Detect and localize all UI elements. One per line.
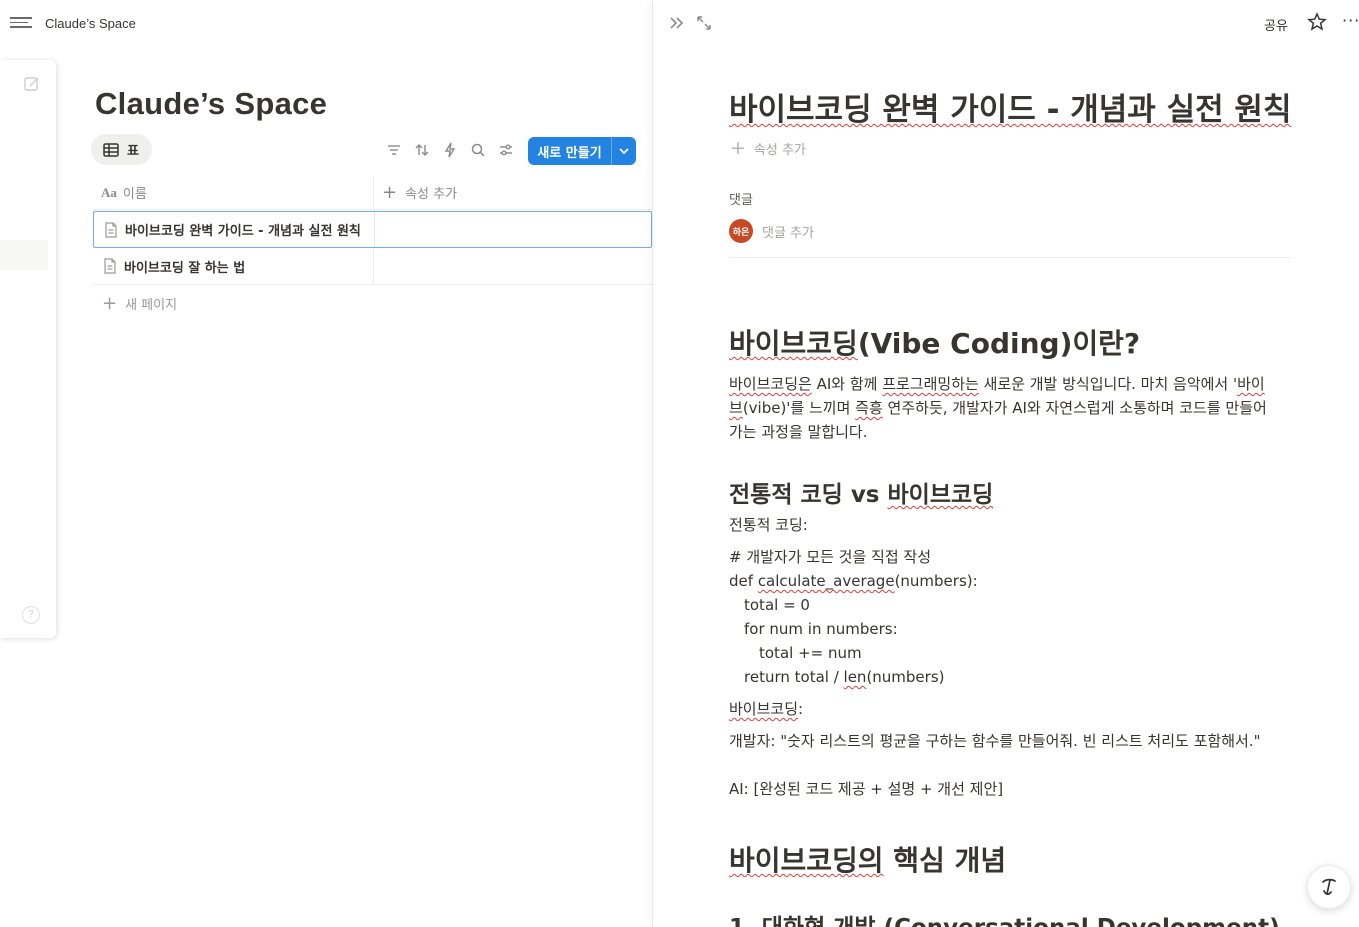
top-bar: Claude’s Space bbox=[0, 0, 652, 48]
table-row[interactable]: 바이브코딩 잘 하는 법 bbox=[93, 248, 652, 285]
row-title-cell[interactable]: 바이브코딩 잘 하는 법 bbox=[93, 248, 373, 284]
add-property-button[interactable]: + 속성 추가 bbox=[730, 137, 806, 159]
peek-top-bar: 공유 ··· bbox=[653, 0, 1359, 48]
avatar: 하은 bbox=[729, 219, 753, 243]
developer-line[interactable]: 개발자: "숫자 리스트의 평균을 구하는 함수를 만들어줘. 빈 리스트 처리… bbox=[729, 729, 1260, 753]
text-span: calculate_average bbox=[757, 572, 895, 590]
text-span: def bbox=[729, 572, 758, 590]
breadcrumb[interactable]: Claude’s Space bbox=[45, 16, 136, 31]
database-title[interactable]: Claude’s Space bbox=[95, 86, 327, 122]
intro-paragraph[interactable]: 바이브코딩은 AI와 함께 프로그래밍하는 새로운 개발 방식입니다. 마치 음… bbox=[729, 372, 1299, 444]
new-button[interactable]: 새로 만들기 bbox=[528, 137, 636, 165]
code-line[interactable]: total += num bbox=[759, 641, 862, 665]
text-property-icon: Aa bbox=[101, 184, 117, 200]
document-icon bbox=[105, 221, 117, 238]
text-span: 브 bbox=[729, 399, 743, 417]
text-span: 연주하듯, 개발자가 AI와 자연스럽게 소통하며 코드를 만들어 bbox=[882, 399, 1267, 417]
heading-compare[interactable]: 전통적 코딩 vs 바이브코딩 bbox=[729, 475, 993, 509]
text-span: 프로그래밍하는 bbox=[882, 375, 979, 393]
text-span: len bbox=[843, 668, 867, 686]
add-comment-row[interactable]: 하은 댓글 추가 bbox=[729, 219, 814, 243]
vibe-label[interactable]: 바이브코딩: bbox=[729, 697, 803, 721]
row-empty-cell[interactable] bbox=[373, 248, 652, 284]
chevron-down-icon[interactable] bbox=[612, 145, 636, 157]
heading-text: (Vibe Coding)이란? bbox=[857, 327, 1141, 360]
text-span: : bbox=[798, 700, 804, 718]
peek-pane: 공유 ··· 바이브코딩 완벽 가이드 - 개념과 실전 원칙 + 속성 추가 … bbox=[652, 0, 1359, 927]
text-span: 즉흥 bbox=[855, 399, 883, 417]
text-span: 바이브코딩은 bbox=[729, 375, 812, 393]
code-def[interactable]: def calculate_average(numbers): bbox=[729, 569, 978, 593]
plus-icon: + bbox=[102, 292, 118, 314]
heading-text: 바이브코딩 bbox=[887, 482, 994, 508]
column-header-label: 이름 bbox=[122, 187, 147, 202]
edit-icon[interactable] bbox=[23, 75, 41, 93]
row-title: 바이브코딩 완벽 가이드 - 개념과 실전 원칙 bbox=[125, 224, 361, 239]
add-property-label: 속성 추가 bbox=[405, 187, 458, 202]
menu-icon[interactable] bbox=[10, 14, 32, 34]
plus-icon: + bbox=[730, 137, 746, 159]
sort-icon[interactable] bbox=[414, 142, 430, 158]
text-span: return total / bbox=[744, 668, 844, 686]
help-icon[interactable]: ? bbox=[22, 606, 40, 624]
heading-core[interactable]: 바이브코딩의 핵심 개념 bbox=[729, 839, 1006, 879]
document-icon bbox=[104, 258, 116, 274]
ai-line[interactable]: AI: [완성된 코드 제공 + 설명 + 개선 제안] bbox=[729, 777, 1003, 801]
row-title: 바이브코딩 잘 하는 법 bbox=[124, 260, 246, 276]
sidebar-highlight bbox=[0, 240, 48, 270]
table-icon bbox=[103, 142, 119, 157]
traditional-label[interactable]: 전통적 코딩: bbox=[729, 513, 808, 537]
plus-icon: + bbox=[382, 181, 398, 203]
heading-text: 바이브코딩의 bbox=[729, 844, 884, 877]
new-page-label: 새 페이지 bbox=[125, 298, 178, 313]
text-span: (vibe)'를 느끼며 bbox=[742, 399, 856, 417]
row-title-cell[interactable]: 바이브코딩 완벽 가이드 - 개념과 실전 원칙 bbox=[94, 212, 374, 247]
code-line[interactable]: for num in numbers: bbox=[744, 617, 898, 641]
view-tab-table[interactable]: 표 bbox=[91, 134, 152, 165]
expand-icon[interactable] bbox=[695, 14, 713, 32]
view-tab-label: 표 bbox=[127, 144, 139, 159]
comments-label: 댓글 bbox=[729, 193, 753, 208]
collapsed-sidebar: ? bbox=[0, 60, 56, 638]
row-empty-cell[interactable] bbox=[374, 212, 651, 247]
heading-next[interactable]: 1. 대화형 개발 (Conversational Development) bbox=[729, 908, 1280, 927]
settings-sliders-icon[interactable] bbox=[498, 142, 514, 158]
text-span: (numbers) bbox=[866, 668, 945, 686]
code-line[interactable]: return total / len(numbers) bbox=[744, 665, 945, 689]
double-chevron-right-icon[interactable] bbox=[668, 14, 686, 32]
table-header: Aa 이름 + 속성 추가 bbox=[93, 176, 652, 210]
lightning-icon[interactable] bbox=[442, 142, 458, 158]
page-title-text: 바이브코딩 완벽 가이드 - 개념과 실전 원칙 bbox=[729, 92, 1292, 128]
table-row[interactable]: 바이브코딩 완벽 가이드 - 개념과 실전 원칙 bbox=[93, 211, 652, 248]
code-comment[interactable]: # 개발자가 모든 것을 직접 작성 bbox=[729, 545, 931, 569]
share-button[interactable]: 공유 bbox=[1264, 15, 1288, 34]
heading-text: 바이브코딩 bbox=[729, 327, 858, 360]
more-icon[interactable]: ··· bbox=[1342, 13, 1359, 29]
filter-icon[interactable] bbox=[386, 142, 402, 158]
page-title[interactable]: 바이브코딩 완벽 가이드 - 개념과 실전 원칙 bbox=[729, 84, 1291, 129]
search-icon[interactable] bbox=[470, 142, 486, 158]
new-button-label: 새로 만들기 bbox=[537, 145, 602, 161]
add-property-label: 속성 추가 bbox=[753, 143, 806, 158]
new-page-button[interactable]: + 새 페이지 bbox=[102, 294, 177, 313]
text-span: (numbers): bbox=[894, 572, 978, 590]
database-toolbar bbox=[386, 142, 514, 158]
add-comment-input[interactable]: 댓글 추가 bbox=[762, 222, 814, 241]
text-span: 바이 bbox=[1237, 375, 1265, 393]
text-span: 바이브코딩 bbox=[729, 700, 799, 718]
star-icon[interactable] bbox=[1307, 12, 1327, 32]
database-pane: Claude’s Space ? Claude’s Space 표 새로 만들기… bbox=[0, 0, 652, 927]
heading-text: 전통적 코딩 vs bbox=[729, 482, 888, 508]
text-span: 새로운 개발 방식입니다. 마치 음악에서 ' bbox=[978, 375, 1238, 393]
add-property-button[interactable]: + 속성 추가 bbox=[373, 176, 457, 209]
text-span: AI와 함께 bbox=[811, 375, 883, 393]
text-span: 가는 과정을 말합니다. bbox=[729, 423, 868, 441]
heading-text: 핵심 개념 bbox=[883, 844, 1007, 877]
ai-icon[interactable] bbox=[1307, 865, 1351, 909]
column-header-name[interactable]: Aa 이름 bbox=[93, 176, 373, 209]
heading-intro[interactable]: 바이브코딩(Vibe Coding)이란? bbox=[729, 322, 1140, 362]
code-line[interactable]: total = 0 bbox=[744, 593, 810, 617]
divider bbox=[729, 257, 1291, 258]
